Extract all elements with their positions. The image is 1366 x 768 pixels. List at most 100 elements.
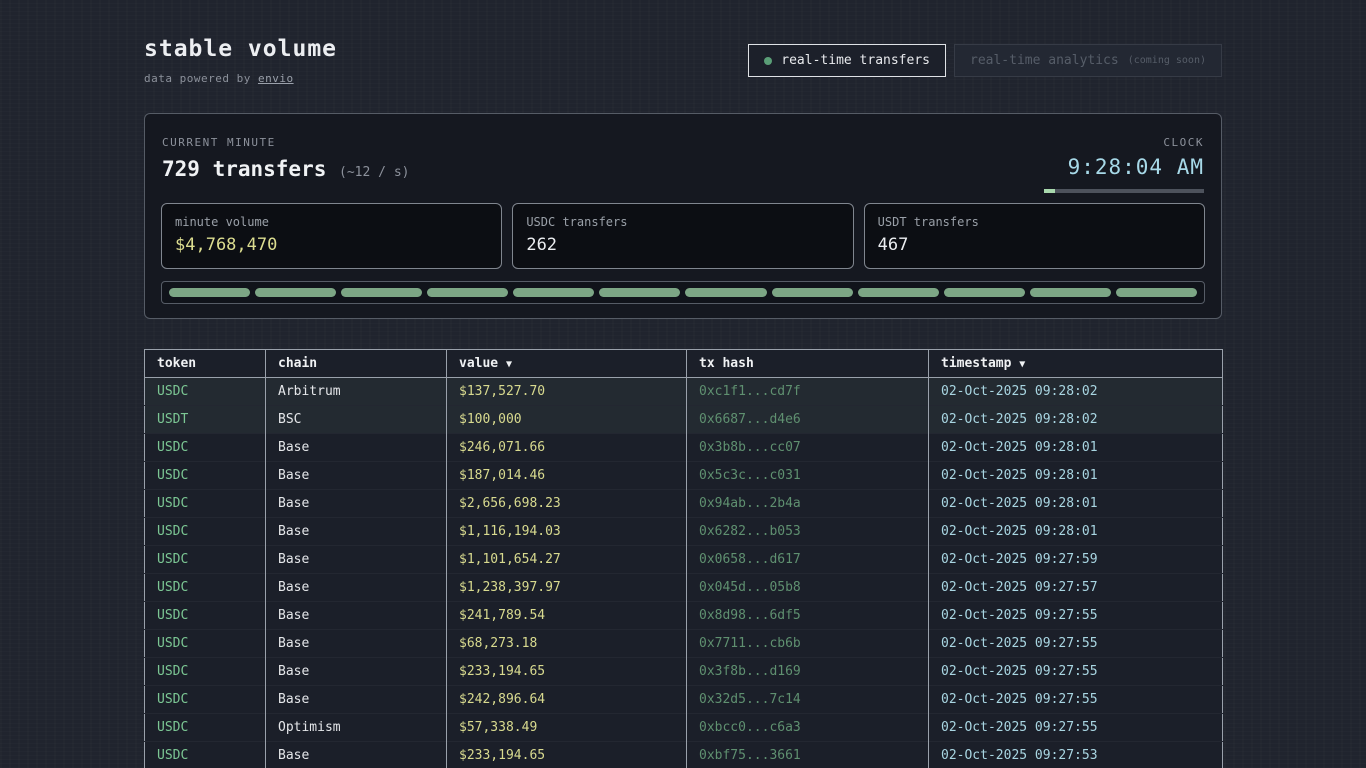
timestamp-cell: 02-Oct-2025 09:28:01 — [929, 518, 1223, 546]
col-header-timestamp[interactable]: timestamp ▼ — [929, 350, 1223, 378]
tx-hash-link[interactable]: 0xc1f1...cd7f — [687, 378, 929, 406]
token-cell: USDT — [145, 406, 266, 434]
col-header-chain: chain — [266, 350, 447, 378]
col-header-tx-hash: tx hash — [687, 350, 929, 378]
value-cell: $137,527.70 — [447, 378, 687, 406]
clock: CLOCK 9:28:04 AM — [1044, 136, 1204, 193]
tx-hash-link[interactable]: 0x32d5...7c14 — [687, 686, 929, 714]
table-row: USDCBase$1,116,194.030x6282...b05302-Oct… — [145, 518, 1223, 546]
tab-bar: real-time transfers real-time analytics … — [748, 44, 1222, 77]
tx-hash-link[interactable]: 0x7711...cb6b — [687, 630, 929, 658]
chain-cell: Base — [266, 658, 447, 686]
timestamp-cell: 02-Oct-2025 09:27:59 — [929, 546, 1223, 574]
table-row: USDCBase$246,071.660x3b8b...cc0702-Oct-2… — [145, 434, 1223, 462]
chain-cell: Base — [266, 742, 447, 768]
value-cell: $233,194.65 — [447, 658, 687, 686]
table-header-row: token chain value ▼ tx hash timestamp ▼ — [145, 350, 1223, 378]
tx-hash-link[interactable]: 0xbcc0...c6a3 — [687, 714, 929, 742]
sort-desc-icon: ▼ — [506, 359, 512, 370]
value-cell: $246,071.66 — [447, 434, 687, 462]
table-row: USDCBase$187,014.460x5c3c...c03102-Oct-2… — [145, 462, 1223, 490]
token-cell: USDC — [145, 742, 266, 768]
chain-cell: Base — [266, 518, 447, 546]
value-cell: $242,896.64 — [447, 686, 687, 714]
page: stable volume data powered by envio real… — [144, 0, 1222, 768]
timestamp-cell: 02-Oct-2025 09:27:57 — [929, 574, 1223, 602]
tx-hash-link[interactable]: 0x0658...d617 — [687, 546, 929, 574]
token-cell: USDC — [145, 714, 266, 742]
tx-hash-link[interactable]: 0xbf75...3661 — [687, 742, 929, 768]
activity-segment — [685, 288, 766, 297]
stat-label: minute volume — [175, 215, 488, 229]
tx-hash-link[interactable]: 0x3f8b...d169 — [687, 658, 929, 686]
subtitle: data powered by envio — [144, 72, 337, 85]
tab-analytics-label: real-time analytics — [970, 53, 1119, 68]
chain-cell: Base — [266, 462, 447, 490]
table-row: USDCBase$68,273.180x7711...cb6b02-Oct-20… — [145, 630, 1223, 658]
token-cell: USDC — [145, 378, 266, 406]
activity-segment — [341, 288, 422, 297]
stat-usdt-transfers: USDT transfers 467 — [864, 203, 1205, 269]
tx-hash-link[interactable]: 0x3b8b...cc07 — [687, 434, 929, 462]
token-cell: USDC — [145, 658, 266, 686]
value-cell: $1,116,194.03 — [447, 518, 687, 546]
chain-cell: Base — [266, 602, 447, 630]
col-header-token: token — [145, 350, 266, 378]
table-row: USDCBase$242,896.640x32d5...7c1402-Oct-2… — [145, 686, 1223, 714]
activity-segment — [1030, 288, 1111, 297]
table-row: USDCBase$2,656,698.230x94ab...2b4a02-Oct… — [145, 490, 1223, 518]
clock-progress-fill — [1044, 189, 1055, 193]
table-row: USDCBase$241,789.540x8d98...6df502-Oct-2… — [145, 602, 1223, 630]
page-title: stable volume — [144, 36, 337, 62]
token-cell: USDC — [145, 462, 266, 490]
token-cell: USDC — [145, 546, 266, 574]
chain-cell: Base — [266, 686, 447, 714]
chain-cell: BSC — [266, 406, 447, 434]
token-cell: USDC — [145, 574, 266, 602]
chain-cell: Base — [266, 546, 447, 574]
transfer-count: 729 transfers (~12 / s) — [162, 157, 409, 181]
tx-hash-link[interactable]: 0x94ab...2b4a — [687, 490, 929, 518]
stat-value: 467 — [878, 235, 1191, 255]
tab-real-time-analytics[interactable]: real-time analytics (coming soon) — [954, 44, 1222, 77]
tab-real-time-transfers[interactable]: real-time transfers — [748, 44, 946, 77]
value-cell: $187,014.46 — [447, 462, 687, 490]
tx-hash-link[interactable]: 0x5c3c...c031 — [687, 462, 929, 490]
timestamp-cell: 02-Oct-2025 09:28:02 — [929, 378, 1223, 406]
token-cell: USDC — [145, 686, 266, 714]
stat-value: 262 — [526, 235, 839, 255]
activity-segment — [169, 288, 250, 297]
timestamp-cell: 02-Oct-2025 09:28:01 — [929, 434, 1223, 462]
timestamp-cell: 02-Oct-2025 09:27:55 — [929, 686, 1223, 714]
token-cell: USDC — [145, 434, 266, 462]
minute-activity-bar — [161, 281, 1205, 304]
table-row: USDCArbitrum$137,527.700xc1f1...cd7f02-O… — [145, 378, 1223, 406]
value-cell: $1,238,397.97 — [447, 574, 687, 602]
value-cell: $57,338.49 — [447, 714, 687, 742]
col-header-value[interactable]: value ▼ — [447, 350, 687, 378]
tx-hash-link[interactable]: 0x6282...b053 — [687, 518, 929, 546]
activity-segment — [1116, 288, 1197, 297]
timestamp-cell: 02-Oct-2025 09:27:55 — [929, 602, 1223, 630]
current-minute-label: CURRENT MINUTE — [162, 136, 409, 149]
stat-usdc-transfers: USDC transfers 262 — [512, 203, 853, 269]
timestamp-cell: 02-Oct-2025 09:27:55 — [929, 714, 1223, 742]
stat-boxes: minute volume $4,768,470 USDC transfers … — [161, 203, 1205, 269]
activity-segment — [427, 288, 508, 297]
current-minute-panel: CURRENT MINUTE 729 transfers (~12 / s) C… — [144, 113, 1222, 319]
chain-cell: Base — [266, 574, 447, 602]
tx-hash-link[interactable]: 0x045d...05b8 — [687, 574, 929, 602]
activity-segment — [772, 288, 853, 297]
chain-cell: Base — [266, 490, 447, 518]
timestamp-cell: 02-Oct-2025 09:27:53 — [929, 742, 1223, 768]
hero-top-row: CURRENT MINUTE 729 transfers (~12 / s) C… — [161, 130, 1205, 203]
chain-cell: Optimism — [266, 714, 447, 742]
tx-hash-link[interactable]: 0x8d98...6df5 — [687, 602, 929, 630]
stat-label: USDC transfers — [526, 215, 839, 229]
stat-minute-volume: minute volume $4,768,470 — [161, 203, 502, 269]
activity-segment — [599, 288, 680, 297]
tx-hash-link[interactable]: 0x6687...d4e6 — [687, 406, 929, 434]
envio-link[interactable]: envio — [258, 72, 294, 85]
transfer-counter: CURRENT MINUTE 729 transfers (~12 / s) — [162, 136, 409, 181]
value-cell: $233,194.65 — [447, 742, 687, 768]
